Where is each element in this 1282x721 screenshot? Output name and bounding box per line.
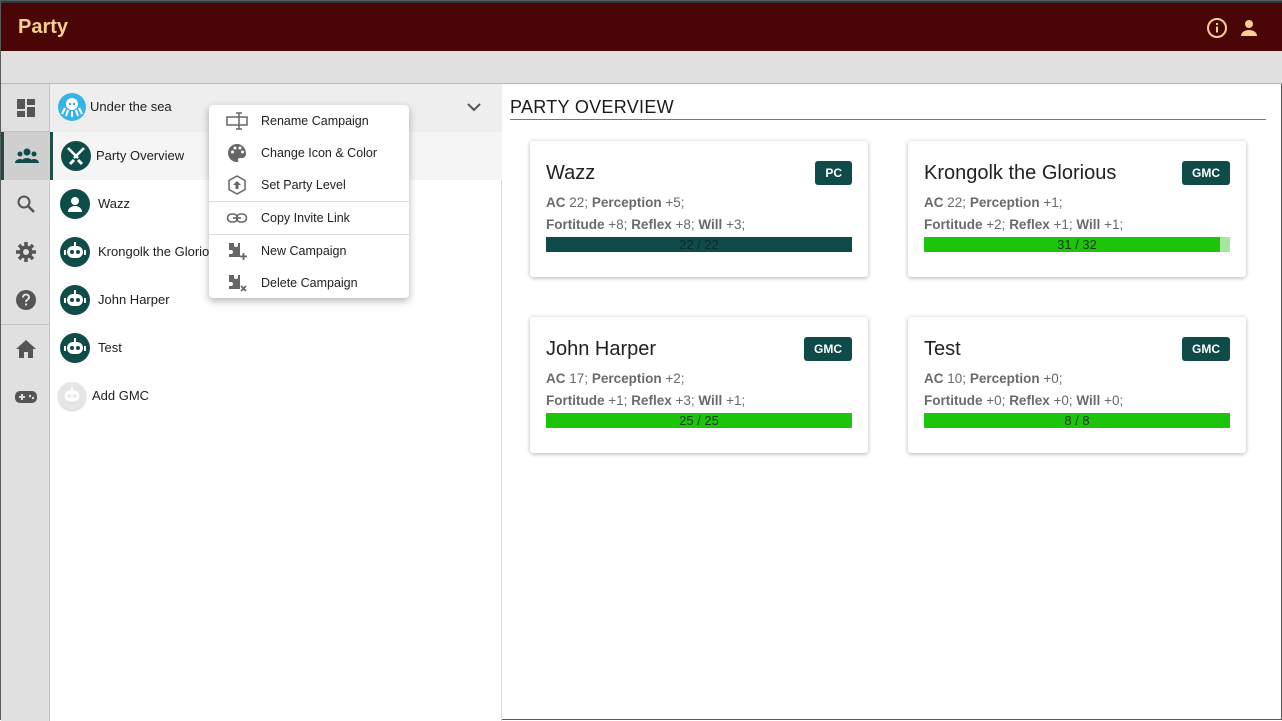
rail-dashboard[interactable] (1, 84, 50, 132)
defense-stats: AC 22; Perception +1; (924, 195, 1063, 210)
menu-item-change-icon-color[interactable]: Change Icon & Color (209, 137, 409, 169)
page-title: PARTY OVERVIEW (510, 97, 674, 117)
menu-item-label: Change Icon & Color (261, 146, 378, 160)
list-item-label: Test (98, 340, 122, 355)
robot-icon (58, 382, 86, 410)
menu-item-label: Rename Campaign (261, 114, 369, 128)
character-name: John Harper (546, 338, 657, 360)
character-type-badge: GMC (804, 337, 852, 361)
campaign-menu: Rename Campaign Change Icon & Color Set … (209, 105, 409, 298)
character-card[interactable]: John Harper GMC AC 17; Perception +2; Fo… (530, 317, 868, 453)
character-name: Wazz (546, 162, 596, 184)
list-item-label: Wazz (98, 196, 131, 211)
level-up-icon (228, 175, 246, 195)
save-stats: Fortitude +0; Reflex +0; Will +0; (924, 393, 1124, 408)
hp-text: 31 / 32 (1057, 237, 1097, 252)
rename-icon (226, 112, 248, 130)
hp-bar: 8 / 8 (924, 413, 1230, 428)
title-divider (510, 119, 1266, 120)
list-item-label: John Harper (98, 292, 170, 307)
list-item-label: Add GMC (92, 388, 150, 403)
nav-rail (1, 84, 50, 721)
menu-item-copy-invite-link[interactable]: Copy Invite Link (209, 202, 409, 234)
character-type-badge: GMC (1182, 337, 1230, 361)
defense-stats: AC 10; Perception +0; (924, 371, 1063, 386)
help-icon (15, 290, 36, 310)
puzzle-add-icon (229, 243, 247, 260)
settings-icon (15, 242, 36, 262)
rail-settings[interactable] (1, 228, 50, 276)
toolbar (1, 51, 1282, 84)
palette-icon (228, 144, 246, 162)
octopus-icon (61, 98, 83, 117)
search-icon (17, 195, 35, 213)
menu-item-label: New Campaign (261, 244, 347, 258)
menu-item-set-party-level[interactable]: Set Party Level (209, 169, 409, 201)
menu-item-rename-campaign[interactable]: Rename Campaign (209, 105, 409, 137)
rail-help[interactable] (1, 276, 50, 324)
hp-bar: 22 / 22 (546, 237, 852, 252)
menu-item-delete-campaign[interactable]: Delete Campaign (209, 267, 409, 299)
character-type-badge: GMC (1182, 161, 1230, 185)
character-card[interactable]: Krongolk the Glorious GMC AC 22; Percept… (908, 141, 1246, 277)
dashboard-icon (16, 99, 35, 117)
menu-item-label: Delete Campaign (261, 276, 358, 290)
rail-party[interactable] (1, 132, 50, 180)
link-icon (226, 213, 248, 223)
hp-bar: 25 / 25 (546, 413, 852, 428)
robot-icon (60, 333, 90, 363)
list-item-label: Krongolk the Glorio (98, 244, 210, 259)
home-icon (15, 340, 36, 358)
account-icon[interactable] (1237, 16, 1261, 40)
save-stats: Fortitude +1; Reflex +3; Will +1; (546, 393, 746, 408)
character-name: Krongolk the Glorious (924, 162, 1117, 184)
gamepad-icon (14, 391, 37, 403)
robot-icon (60, 285, 90, 315)
character-name: Test (924, 338, 961, 360)
swords-icon (61, 141, 91, 171)
hp-text: 22 / 22 (679, 237, 719, 252)
save-stats: Fortitude +8; Reflex +8; Will +3; (546, 217, 746, 232)
campaign-avatar (58, 93, 86, 121)
menu-item-label: Set Party Level (261, 178, 346, 192)
info-icon[interactable] (1205, 16, 1229, 40)
character-card[interactable]: Test GMC AC 10; Perception +0; Fortitude… (908, 317, 1246, 453)
chevron-down-icon[interactable] (464, 97, 484, 117)
character-card[interactable]: Wazz PC AC 22; Perception +5; Fortitude … (530, 141, 868, 277)
character-type-badge: PC (815, 161, 852, 185)
rail-search[interactable] (1, 180, 50, 228)
app-bar: Party (1, 1, 1282, 51)
add-gmc-button[interactable]: Add GMC (50, 372, 502, 420)
rail-home[interactable] (1, 325, 50, 373)
menu-item-label: Copy Invite Link (261, 211, 350, 225)
hp-text: 8 / 8 (1064, 413, 1090, 428)
app-title: Party (18, 16, 69, 38)
rail-gamepad[interactable] (1, 373, 50, 421)
save-stats: Fortitude +2; Reflex +1; Will +1; (924, 217, 1124, 232)
robot-icon (60, 237, 90, 267)
app-window: Party Under the sea Party Overview Wazz … (0, 0, 1282, 721)
menu-item-new-campaign[interactable]: New Campaign (209, 235, 409, 267)
campaign-name: Under the sea (90, 99, 172, 114)
hp-text: 25 / 25 (679, 413, 719, 428)
hp-bar: 31 / 32 (924, 237, 1230, 252)
puzzle-remove-icon (229, 275, 247, 292)
defense-stats: AC 22; Perception +5; (546, 195, 685, 210)
party-icon (15, 148, 39, 163)
list-item-label: Party Overview (96, 148, 185, 163)
person-icon (60, 189, 90, 219)
defense-stats: AC 17; Perception +2; (546, 371, 685, 386)
list-item-test[interactable]: Test (50, 324, 502, 372)
